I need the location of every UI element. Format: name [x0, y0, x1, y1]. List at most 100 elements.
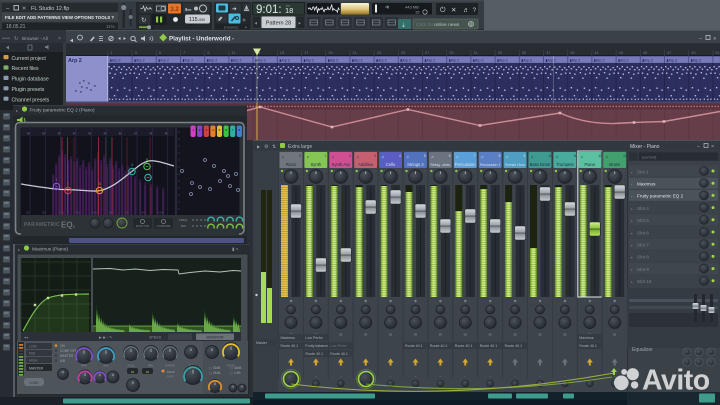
svg-text:1K: 1K — [109, 211, 113, 215]
svg-text:Fruity parametric EQ 2 (Piano): Fruity parametric EQ 2 (Piano) — [30, 108, 95, 114]
svg-text:10: 10 — [548, 154, 552, 158]
svg-text:⇣: ⇣ — [401, 22, 406, 29]
svg-text:⊖: ⊖ — [463, 332, 467, 337]
svg-text:Slot 4: Slot 4 — [637, 206, 649, 211]
svg-text:▮▬: ▮▬ — [185, 7, 191, 12]
svg-text:♫: ♫ — [580, 154, 583, 159]
svg-text:REL: REL — [148, 364, 154, 368]
svg-text:▮Arp 2: ▮Arp 2 — [231, 59, 242, 63]
svg-text:♫: ♫ — [406, 154, 409, 159]
svg-text:MONITOR: MONITOR — [207, 336, 224, 340]
svg-text:MONITOR: MONITOR — [136, 224, 149, 228]
svg-text:⊖: ⊖ — [389, 332, 393, 337]
svg-text:Master: Master — [256, 341, 268, 345]
svg-text:Maximus (Piano): Maximus (Piano) — [32, 247, 68, 253]
svg-text:♬: ♬ — [463, 7, 470, 14]
svg-text:Maximus: Maximus — [637, 182, 656, 187]
svg-text:FILE EDIT ADD PATTERNS VIEW OP: FILE EDIT ADD PATTERNS VIEW OPTIONS TOOL… — [5, 15, 114, 20]
svg-text:Route 40.1: Route 40.1 — [330, 352, 348, 356]
svg-text:17: 17 — [304, 50, 309, 55]
svg-text:A LVL: A LVL — [127, 364, 135, 368]
svg-text:▸: ▸ — [631, 195, 633, 199]
svg-text:⌃: ⌃ — [513, 375, 516, 380]
svg-text:41: 41 — [594, 50, 599, 55]
svg-text:▢ 32dB: ▢ 32dB — [209, 366, 220, 370]
svg-text:49: 49 — [691, 50, 696, 55]
svg-text:A/B: A/B — [60, 359, 65, 363]
svg-text:Percussion: Percussion — [455, 162, 476, 167]
svg-text:♫: ♫ — [381, 154, 384, 159]
svg-text:3: 3 — [374, 154, 376, 158]
svg-text:Slot 10: Slot 10 — [637, 279, 652, 284]
svg-text:⇦⇨: ⇦⇨ — [2, 36, 10, 42]
svg-text:⇅: ⇅ — [272, 144, 276, 150]
svg-text:Pattern 28: Pattern 28 — [266, 21, 291, 27]
svg-text:×: × — [713, 37, 717, 43]
svg-text:500: 500 — [92, 211, 97, 215]
svg-text:Arp 2: Arp 2 — [68, 58, 82, 64]
svg-text:39: 39 — [570, 50, 575, 55]
svg-text:200: 200 — [76, 211, 81, 215]
svg-text:♫: ♫ — [356, 154, 359, 159]
svg-text:▬: ▬ — [146, 370, 149, 374]
svg-text:25: 25 — [401, 50, 406, 55]
svg-text:♫: ♫ — [531, 154, 534, 159]
svg-text:10K: 10K — [158, 211, 163, 215]
svg-text:Slot 6: Slot 6 — [637, 230, 649, 235]
svg-text:29: 29 — [449, 50, 454, 55]
svg-text:Brass: Brass — [609, 162, 620, 167]
svg-text:Click for: Click for — [416, 22, 434, 28]
svg-text:▮Arp 2: ▮Arp 2 — [449, 59, 460, 63]
svg-text:31: 31 — [473, 50, 478, 55]
svg-text:▸: ▸ — [631, 268, 633, 272]
svg-text:Trumpets: Trumpets — [556, 162, 574, 167]
svg-text:Plugin database: Plugin database — [12, 77, 49, 83]
svg-text:13: 13 — [623, 154, 627, 158]
svg-text:✕: ✕ — [451, 7, 456, 14]
svg-text:ON: ON — [60, 344, 65, 348]
svg-text:×: × — [58, 36, 61, 42]
svg-text:▮Arp 2: ▮Arp 2 — [473, 59, 484, 63]
svg-text:▮Arp 2: ▮Arp 2 — [183, 59, 194, 63]
svg-text:▮Arp 2: ▮Arp 2 — [134, 59, 145, 63]
svg-text:Piano: Piano — [584, 162, 595, 167]
svg-text:9: 9 — [524, 154, 526, 158]
svg-text:SPEED: SPEED — [149, 336, 162, 340]
svg-text:Route 40.1: Route 40.1 — [281, 344, 299, 348]
svg-text:Fruity parametric EQ 2: Fruity parametric EQ 2 — [637, 194, 684, 199]
svg-text:45: 45 — [643, 50, 648, 55]
svg-text:▾: ▾ — [232, 36, 234, 41]
svg-text:⌃: ⌃ — [339, 375, 342, 380]
svg-text:↻: ↻ — [141, 17, 147, 24]
svg-text:18.05.21: 18.05.21 — [6, 24, 26, 30]
svg-text:♫: ♫ — [481, 154, 484, 159]
svg-text:♫: ♫ — [555, 154, 558, 159]
svg-text:MASTER: MASTER — [29, 367, 44, 371]
svg-text:43: 43 — [619, 50, 624, 55]
svg-text:EQ: EQ — [61, 221, 73, 230]
svg-text:Current project: Current project — [12, 56, 47, 62]
svg-text:▸: ▸ — [631, 219, 633, 223]
svg-text:19: 19 — [328, 50, 333, 55]
svg-text:(current): (current) — [642, 156, 657, 160]
svg-text:PRE: PRE — [81, 364, 87, 368]
svg-text:▸: ▸ — [631, 207, 633, 211]
svg-text:⌃: ⌃ — [439, 375, 442, 380]
svg-text:▮Arp 2: ▮Arp 2 — [546, 59, 557, 63]
svg-text:Strings 2: Strings 2 — [407, 162, 424, 167]
svg-text:⌃: ⌃ — [538, 375, 541, 380]
svg-text:RMS: RMS — [167, 375, 174, 379]
svg-text:▮Arp 2: ▮Arp 2 — [207, 59, 218, 63]
svg-text:⌃: ⌃ — [563, 375, 566, 380]
svg-text:▮Arp 2: ▮Arp 2 — [400, 59, 411, 63]
svg-text:1: 1 — [324, 154, 326, 158]
svg-text:Piano: Piano — [286, 162, 297, 167]
svg-text:Extra large: Extra large — [288, 144, 312, 150]
svg-text:8: 8 — [499, 154, 501, 158]
svg-text:Slot 9: Slot 9 — [637, 267, 649, 272]
svg-text:Route 40.1: Route 40.1 — [455, 344, 473, 348]
svg-text:▸: ▸ — [16, 108, 18, 113]
svg-text:♫: ♫ — [331, 154, 334, 159]
svg-text:Fruity balance: Fruity balance — [305, 344, 328, 348]
svg-text:MID: MID — [29, 352, 36, 356]
